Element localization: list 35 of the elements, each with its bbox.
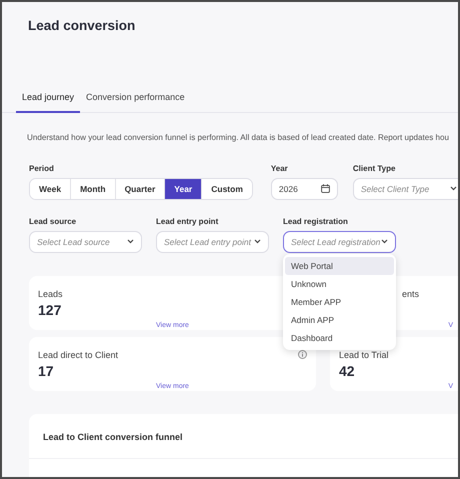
card-title: Lead to Trial bbox=[339, 348, 389, 361]
select-field[interactable]: Select Lead entry point bbox=[156, 230, 269, 253]
period-option[interactable]: Week bbox=[30, 178, 72, 199]
page-title: Lead conversion bbox=[28, 17, 136, 35]
section-title: Lead to Client conversion funnel bbox=[29, 414, 458, 459]
select-field[interactable]: Select Lead source bbox=[29, 230, 142, 253]
card-title: Lead direct to Client bbox=[38, 348, 118, 361]
description: Understand how your lead conversion funnel is performing. All data is based of lead created date. Report updates hou bbox=[27, 132, 450, 144]
card-value: 42 bbox=[339, 362, 355, 379]
tab[interactable]: Conversion performance bbox=[80, 87, 191, 113]
select-field[interactable]: Select Lead registration bbox=[283, 230, 396, 253]
menu-item[interactable]: Web Portal bbox=[285, 257, 394, 275]
chevron-down-icon bbox=[450, 186, 457, 192]
menu-item[interactable]: Dashboard bbox=[285, 329, 394, 347]
calendar-icon bbox=[320, 184, 330, 194]
card-title: ents bbox=[401, 288, 420, 300]
card-value: 17 bbox=[38, 362, 54, 379]
chevron-down-icon bbox=[381, 239, 388, 244]
field-label: Client Type bbox=[352, 162, 396, 173]
client-type-select[interactable]: Select Client Type bbox=[352, 178, 458, 200]
menu-item[interactable]: Admin APP bbox=[285, 311, 394, 329]
chevron-down-icon bbox=[254, 239, 261, 244]
field-label: Period bbox=[29, 162, 55, 173]
field-label: Year bbox=[270, 162, 289, 173]
year-field[interactable]: 2026 bbox=[270, 178, 338, 200]
chevron-down-icon bbox=[127, 239, 134, 244]
field-label: Lead registration bbox=[283, 216, 349, 226]
field-label: Lead entry point bbox=[156, 216, 220, 226]
field-label: Lead source bbox=[29, 216, 78, 226]
card-title: Leads bbox=[38, 288, 63, 300]
menu-item[interactable]: Unknown bbox=[285, 275, 394, 293]
period-option[interactable]: Year bbox=[165, 178, 202, 199]
menu-item[interactable]: Member APP bbox=[285, 293, 394, 311]
card-value: 127 bbox=[38, 302, 62, 318]
tab[interactable]: Lead journey bbox=[16, 87, 80, 113]
